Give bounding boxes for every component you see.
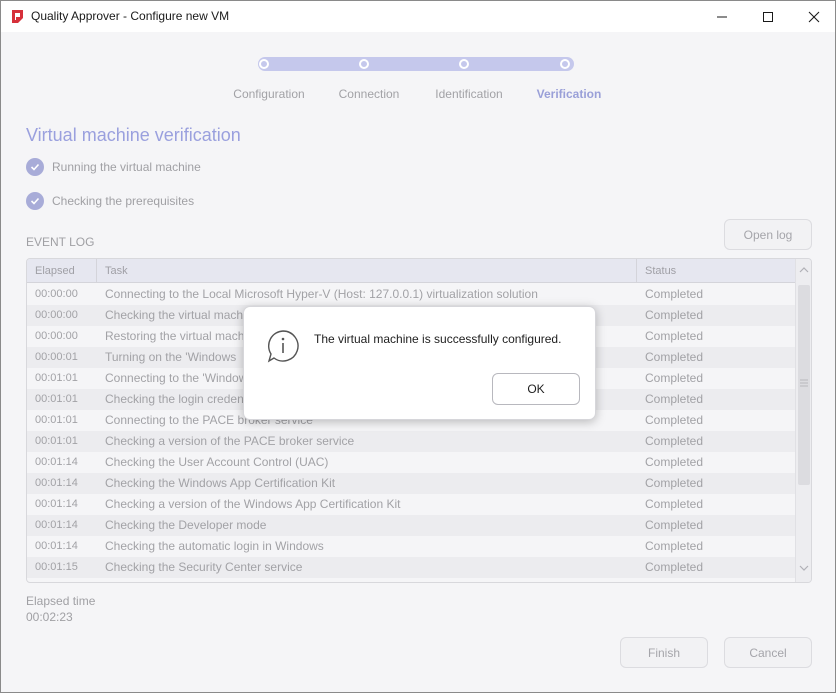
table-row[interactable]: 00:01:15 Checking the Security Center ser… <box>27 557 795 578</box>
scroll-down-icon[interactable] <box>799 564 809 572</box>
step-label-verification: Verification <box>536 87 602 101</box>
elapsed-cell: 00:01:01 <box>35 393 78 405</box>
info-icon <box>267 330 299 363</box>
check-icon <box>26 192 44 210</box>
column-header-elapsed[interactable]: Elapsed <box>27 259 97 283</box>
table-row[interactable]: 00:01:14 Checking the User Account Contro… <box>27 452 795 473</box>
elapsed-cell: 00:00:00 <box>35 309 78 321</box>
status-cell: Completed <box>645 413 704 427</box>
step-dot-verification <box>560 59 570 69</box>
elapsed-cell: 00:01:01 <box>35 414 78 426</box>
dialog-message: The virtual machine is successfully conf… <box>314 332 562 346</box>
task-cell: Checking the Developer mode <box>105 518 267 532</box>
status-cell: Completed <box>645 455 704 469</box>
status-cell: Completed <box>645 329 704 343</box>
step-label-configuration: Configuration <box>233 87 305 101</box>
table-row[interactable]: 00:01:14 Checking the automatic login in … <box>27 536 795 557</box>
step-label-identification: Identification <box>435 87 503 101</box>
step-dot-connection <box>359 59 369 69</box>
title-bar: Quality Approver - Configure new VM <box>1 1 835 32</box>
elapsed-time-value: 00:02:23 <box>26 610 73 624</box>
table-row[interactable]: 00:01:01 Checking a version of the PACE b… <box>27 431 795 452</box>
maximize-button[interactable] <box>745 1 791 32</box>
vertical-scrollbar[interactable] <box>795 259 811 582</box>
finish-button[interactable]: Finish <box>620 637 708 668</box>
step-dot-configuration <box>259 59 269 69</box>
table-row[interactable]: 00:01:14 Checking the Windows App Certifi… <box>27 473 795 494</box>
info-dialog: The virtual machine is successfully conf… <box>243 306 596 420</box>
status-cell: Completed <box>645 560 704 574</box>
ok-button[interactable]: OK <box>492 373 580 405</box>
elapsed-cell: 00:01:14 <box>35 456 78 468</box>
table-row[interactable]: 00:01:14 Checking a version of the Window… <box>27 494 795 515</box>
elapsed-cell: 00:00:00 <box>35 330 78 342</box>
close-icon <box>808 11 820 22</box>
open-log-button[interactable]: Open log <box>724 219 812 250</box>
status-cell: Completed <box>645 371 704 385</box>
check-item-label: Checking the prerequisites <box>52 194 195 208</box>
status-cell: Completed <box>645 518 704 532</box>
step-label-connection: Connection <box>338 87 400 101</box>
elapsed-time-label: Elapsed time <box>26 594 96 608</box>
task-cell: Checking the User Account Control (UAC) <box>105 455 329 469</box>
elapsed-cell: 00:01:14 <box>35 519 78 531</box>
column-header-status[interactable]: Status <box>637 259 795 283</box>
app-logo-icon <box>12 10 23 23</box>
step-dot-identification <box>459 59 469 69</box>
elapsed-cell: 00:01:14 <box>35 477 78 489</box>
close-button[interactable] <box>791 1 836 32</box>
status-cell: Completed <box>645 287 704 301</box>
elapsed-cell: 00:00:00 <box>35 288 78 300</box>
main-window: Quality Approver - Configure new VM Conf… <box>0 0 836 693</box>
elapsed-cell: 00:01:15 <box>35 561 78 573</box>
stepper-track <box>258 57 574 71</box>
minimize-icon <box>717 16 727 17</box>
task-cell: Checking the Windows App Certification K… <box>105 476 336 490</box>
scroll-up-icon[interactable] <box>799 266 809 274</box>
elapsed-cell: 00:00:01 <box>35 351 78 363</box>
task-cell: Checking a version of the Windows App Ce… <box>105 497 401 511</box>
maximize-icon <box>763 11 773 22</box>
elapsed-cell: 00:01:14 <box>35 498 78 510</box>
status-cell: Completed <box>645 434 704 448</box>
elapsed-cell: 00:01:01 <box>35 372 78 384</box>
status-cell: Completed <box>645 308 704 322</box>
check-item-prerequisites: Checking the prerequisites <box>26 192 194 210</box>
scroll-grip-icon <box>800 379 808 387</box>
cancel-button[interactable]: Cancel <box>724 637 812 668</box>
check-item-label: Running the virtual machine <box>52 160 201 174</box>
elapsed-cell: 00:01:01 <box>35 435 78 447</box>
window-title: Quality Approver - Configure new VM <box>31 9 230 23</box>
check-item-running: Running the virtual machine <box>26 158 201 176</box>
column-header-task[interactable]: Task <box>97 259 637 283</box>
task-cell: Checking the Security Center service <box>105 560 303 574</box>
status-cell: Completed <box>645 350 704 364</box>
check-icon <box>26 158 44 176</box>
table-row[interactable]: 00:01:14 Checking the Developer mode Compl… <box>27 515 795 536</box>
task-cell: Checking a version of the PACE broker se… <box>105 434 355 448</box>
table-row[interactable]: 00:00:00 Connecting to the Local Microsof… <box>27 284 795 305</box>
page-title: Virtual machine verification <box>26 125 241 145</box>
status-cell: Completed <box>645 476 704 490</box>
elapsed-cell: 00:01:14 <box>35 540 78 552</box>
task-cell: Connecting to the Local Microsoft Hyper-… <box>105 287 538 301</box>
event-log-label: EVENT LOG <box>26 235 95 249</box>
task-cell: Checking the automatic login in Windows <box>105 539 324 553</box>
minimize-button[interactable] <box>699 1 745 32</box>
status-cell: Completed <box>645 539 704 553</box>
status-cell: Completed <box>645 497 704 511</box>
table-header: Elapsed Task Status <box>27 259 795 283</box>
status-cell: Completed <box>645 392 704 406</box>
